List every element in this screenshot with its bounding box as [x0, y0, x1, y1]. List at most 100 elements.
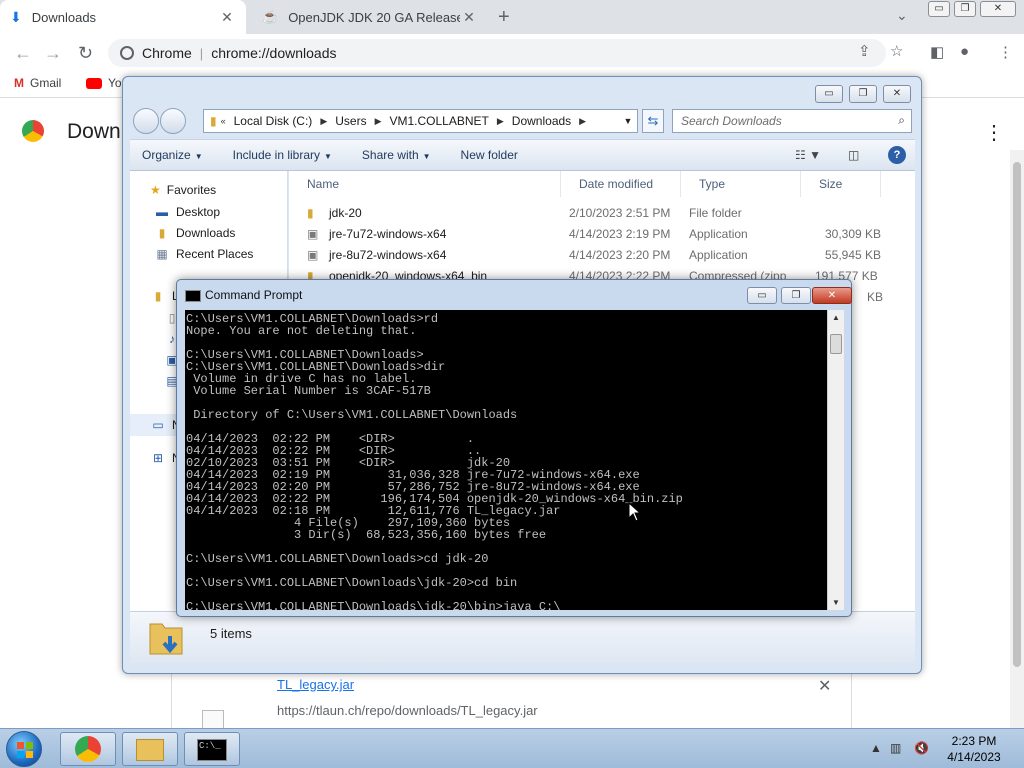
minimize-button[interactable]: ▭: [747, 287, 777, 304]
volume-muted-icon[interactable]: 🔇: [914, 741, 929, 755]
forward-button[interactable]: [160, 108, 186, 134]
bookmark-gmail[interactable]: M Gmail: [14, 76, 61, 90]
file-row[interactable]: ▣ jre-7u72-windows-x64 4/14/2023 2:19 PM…: [289, 224, 915, 245]
view-options-icon[interactable]: ☷ ▼: [795, 148, 821, 162]
minimize-button[interactable]: ▭: [815, 85, 843, 103]
nav-favorites[interactable]: ★ Favorites: [150, 183, 216, 197]
file-name: jre-8u72-windows-x64: [329, 248, 447, 262]
computer-icon: ▭: [152, 418, 164, 432]
download-file-link[interactable]: TL_legacy.jar: [277, 677, 354, 692]
search-input[interactable]: Search Downloads ⌕: [672, 109, 912, 133]
scrollbar-thumb[interactable]: [1013, 162, 1021, 667]
downloads-folder-icon: ▮: [158, 226, 166, 240]
item-count: 5 items: [210, 626, 252, 641]
column-label: Size: [819, 177, 843, 191]
download-icon: ⬇: [10, 8, 22, 25]
dropdown-icon: ▼: [422, 152, 431, 161]
address-bar[interactable]: Chrome | chrome://downloads: [108, 39, 886, 67]
close-window-button[interactable]: ✕: [980, 1, 1016, 17]
forward-arrow-icon[interactable]: →: [44, 43, 62, 64]
bookmark-star-icon[interactable]: ☆: [890, 42, 903, 60]
share-icon[interactable]: ⇪: [858, 42, 871, 60]
console-output[interactable]: C:\Users\VM1.COLLABNET\Downloads>rd Nope…: [185, 310, 835, 610]
side-panel-icon[interactable]: ◧: [930, 43, 944, 61]
start-button[interactable]: [6, 731, 42, 767]
taskbar-chrome[interactable]: [60, 732, 116, 766]
profile-avatar-icon[interactable]: ●: [960, 43, 969, 60]
close-button[interactable]: ✕: [883, 85, 911, 103]
network-tray-icon[interactable]: ▥: [890, 741, 901, 755]
nav-item-downloads[interactable]: ▮ Downloads: [154, 226, 236, 240]
reload-icon[interactable]: ↻: [78, 43, 93, 64]
close-button[interactable]: ✕: [812, 287, 852, 304]
help-icon[interactable]: ?: [888, 146, 906, 164]
breadcrumb-item[interactable]: Local Disk (C:): [234, 114, 313, 128]
nav-item-recent-places[interactable]: ▦ Recent Places: [154, 247, 253, 261]
file-row[interactable]: ▣ jre-8u72-windows-x64 4/14/2023 2:20 PM…: [289, 245, 915, 266]
share-with-button[interactable]: Share with ▼: [362, 148, 431, 162]
restore-button[interactable]: ❐: [954, 1, 976, 17]
chrome-logo-icon: [75, 736, 101, 762]
breadcrumb-item[interactable]: Downloads: [512, 114, 571, 128]
cmd-icon: [185, 290, 201, 302]
column-header-type[interactable]: Type: [681, 171, 801, 197]
youtube-icon: [86, 77, 102, 89]
search-icon: ⌕: [898, 113, 905, 127]
column-header-name[interactable]: Name: [289, 171, 561, 197]
file-type: Application: [689, 227, 748, 241]
new-tab-button[interactable]: +: [498, 6, 510, 29]
taskbar-cmd[interactable]: C:\_: [184, 732, 240, 766]
chrome-toolbar: ← → ↻ Chrome | chrome://downloads ⇪ ☆ ◧ …: [0, 34, 1024, 72]
address-breadcrumb[interactable]: ▮ « Local Disk (C:) ▶ Users ▶ VM1.COLLAB…: [203, 109, 638, 133]
windows-taskbar: C:\_ ▲ ▥ 🔇 2:23 PM 4/14/2023: [0, 728, 1024, 768]
nav-item-desktop[interactable]: ▬ Desktop: [154, 205, 220, 219]
system-clock[interactable]: 2:23 PM 4/14/2023: [942, 733, 1006, 765]
nav-item-libraries[interactable]: ▮ L: [150, 289, 179, 303]
file-size: KB: [867, 290, 884, 304]
chrome-menu-icon[interactable]: ⋮: [998, 43, 1013, 61]
tab-downloads[interactable]: ⬇ Downloads ✕: [0, 0, 246, 34]
address-dropdown-icon[interactable]: ▼: [618, 109, 638, 133]
maximize-button[interactable]: ❐: [849, 85, 877, 103]
command-prompt-window[interactable]: Command Prompt ▭ ❐ ✕ C:\Users\VM1.COLLAB…: [176, 279, 852, 617]
breadcrumb-item[interactable]: VM1.COLLABNET: [390, 114, 489, 128]
nav-label: Desktop: [176, 205, 221, 219]
page-scrollbar[interactable]: [1010, 150, 1024, 728]
scroll-down-icon[interactable]: ▼: [832, 598, 840, 607]
tab-openjdk[interactable]: ☕ OpenJDK JDK 20 GA Release ✕: [252, 0, 488, 34]
breadcrumb-item[interactable]: Users: [335, 114, 366, 128]
application-icon: ▣: [307, 248, 319, 262]
organize-button[interactable]: Organize ▼: [142, 148, 203, 162]
bookmark-youtube[interactable]: Yo: [86, 76, 122, 90]
scroll-up-icon[interactable]: ▲: [832, 313, 840, 322]
taskbar-explorer[interactable]: [122, 732, 178, 766]
column-header-size[interactable]: Size: [801, 171, 881, 197]
new-folder-button[interactable]: New folder: [461, 148, 518, 162]
folder-icon: ▮: [210, 114, 217, 128]
preview-pane-icon[interactable]: ◫: [848, 148, 859, 162]
refresh-icon[interactable]: ⇆: [642, 109, 664, 133]
windows-logo-icon: [17, 742, 33, 758]
column-header-date[interactable]: Date modified: [561, 171, 681, 197]
console-scrollbar[interactable]: ▲ ▼: [827, 310, 844, 610]
show-hidden-icons-icon[interactable]: ▲: [870, 741, 882, 755]
back-button[interactable]: [133, 108, 159, 134]
file-row[interactable]: ▮ jdk-20 2/10/2023 2:51 PM File folder: [289, 203, 915, 224]
openjdk-favicon-icon: ☕: [262, 9, 279, 24]
scrollbar-thumb[interactable]: [830, 334, 842, 354]
tab-close-icon[interactable]: ✕: [218, 9, 236, 26]
chevron-icon: «: [220, 116, 226, 126]
command-bar: Organize ▼ Include in library ▼ Share with…: [130, 139, 915, 171]
desktop-icon: ▬: [156, 205, 168, 219]
maximize-button[interactable]: ❐: [781, 287, 811, 304]
page-menu-icon[interactable]: ⋮: [984, 120, 1004, 145]
minimize-button[interactable]: ▭: [928, 1, 950, 17]
download-item: TL_legacy.jar https://tlaun.ch/repo/down…: [171, 668, 852, 730]
include-in-library-button[interactable]: Include in library ▼: [233, 148, 332, 162]
back-arrow-icon[interactable]: ←: [14, 43, 32, 64]
file-date: 2/10/2023 2:51 PM: [569, 206, 671, 220]
tab-close-icon[interactable]: ✕: [460, 9, 478, 26]
remove-download-icon[interactable]: ✕: [818, 676, 831, 696]
tab-search-chevron-icon[interactable]: ⌄: [896, 7, 908, 24]
command-label: Include in library: [232, 148, 320, 162]
